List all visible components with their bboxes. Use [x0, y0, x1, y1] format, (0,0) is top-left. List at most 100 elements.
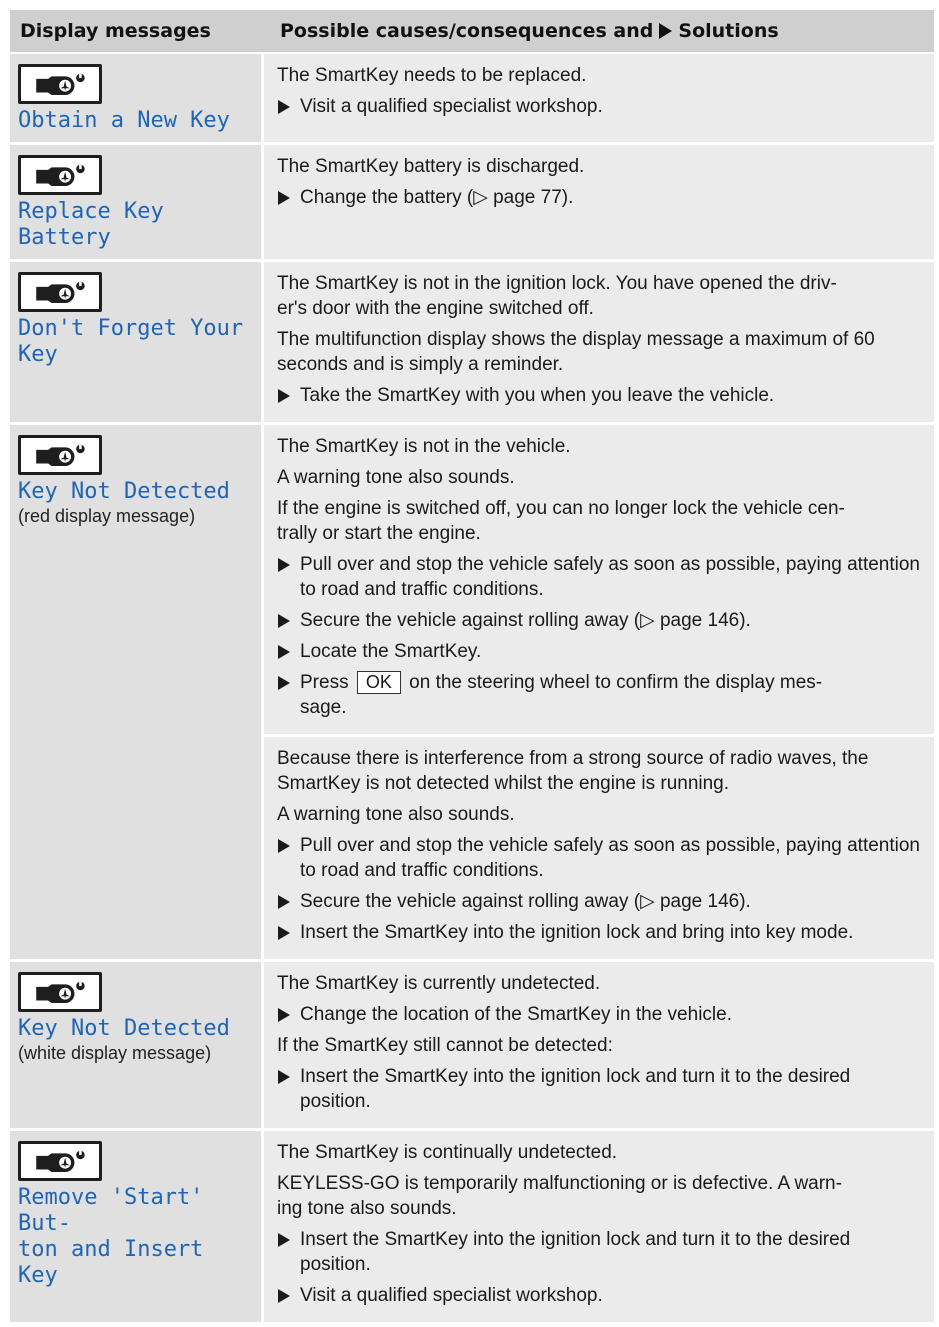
cause-text: The SmartKey is continually undetected. — [277, 1142, 618, 1163]
display-message-text: Obtain a New Key — [18, 108, 230, 133]
step-text-before: Press — [300, 672, 349, 693]
table-row: Obtain a New Key The SmartKey needs to b… — [10, 54, 934, 145]
step-text: Visit a qualified specialist workshop. — [300, 1285, 603, 1306]
table-row: Key Not Detected (white display message)… — [10, 962, 934, 1131]
message-color-note: (white display message) — [18, 1043, 212, 1063]
header-causes-solutions: Possible causes/consequences and Solutio… — [264, 10, 934, 52]
step-text: Insert the SmartKey into the ignition lo… — [300, 922, 854, 943]
step-text: Visit a qualified specialist workshop. — [300, 96, 603, 117]
solution-step: Press OK on the steering wheel to confir… — [277, 670, 924, 720]
solution-step: Pull over and stop the vehicle safely as… — [277, 833, 924, 883]
solution-step: Locate the SmartKey. — [277, 639, 924, 664]
cause-text: If the engine is switched off, you can n… — [277, 498, 845, 544]
display-message-text: Key Not Detected — [18, 1016, 230, 1041]
smartkey-icon — [18, 972, 102, 1012]
cause-block: The SmartKey is currently undetected. Ch… — [264, 962, 934, 1128]
cause-text: A warning tone also sounds. — [277, 804, 515, 825]
ok-button-symbol: OK — [356, 671, 401, 694]
table-header: Display messages Possible causes/consequ… — [10, 10, 934, 54]
cause-block: The SmartKey needs to be replaced. Visit… — [264, 54, 934, 133]
cause-block: The SmartKey is continually undetected. … — [264, 1131, 934, 1322]
step-arrow-icon — [278, 1008, 290, 1022]
display-message-cell: Obtain a New Key — [10, 54, 264, 142]
step-arrow-icon — [278, 895, 290, 909]
cause-text: A warning tone also sounds. — [277, 467, 515, 488]
table-row: Don't Forget Your Key The SmartKey is no… — [10, 262, 934, 425]
table-row: Replace Key Battery The SmartKey battery… — [10, 145, 934, 262]
display-message-cell: Remove 'Start' But- ton and Insert Key — [10, 1131, 264, 1322]
message-color-note: (red display message) — [18, 506, 196, 526]
solution-step: Insert the SmartKey into the ignition lo… — [277, 920, 924, 945]
step-arrow-icon — [278, 926, 290, 940]
solution-step: Change the location of the SmartKey in t… — [277, 1002, 924, 1027]
cause-text: The SmartKey is not in the ignition lock… — [277, 273, 837, 319]
solution-step: Visit a qualified specialist workshop. — [277, 94, 924, 119]
cause-block: The SmartKey is not in the vehicle. A wa… — [264, 425, 934, 734]
step-arrow-icon — [278, 839, 290, 853]
causes-cell: The SmartKey is currently undetected. Ch… — [264, 962, 934, 1128]
solution-step: Insert the SmartKey into the ignition lo… — [277, 1227, 924, 1277]
header-display-messages: Display messages — [20, 20, 211, 42]
step-text: Secure the vehicle against rolling away … — [300, 891, 751, 912]
solution-step: Insert the SmartKey into the ignition lo… — [277, 1064, 924, 1114]
smartkey-icon — [18, 1141, 102, 1181]
cause-block: The SmartKey battery is discharged. Chan… — [264, 145, 934, 224]
step-arrow-icon — [278, 191, 290, 205]
step-arrow-icon — [278, 645, 290, 659]
causes-cell: The SmartKey is continually undetected. … — [264, 1131, 934, 1322]
causes-cell: The SmartKey needs to be replaced. Visit… — [264, 54, 934, 142]
cause-text: Because there is interference from a str… — [277, 748, 869, 794]
smartkey-icon — [18, 435, 102, 475]
table-row: Remove 'Start' But- ton and Insert Key T… — [10, 1131, 934, 1325]
display-message-cell: Replace Key Battery — [10, 145, 264, 259]
display-message-cell: Don't Forget Your Key — [10, 262, 264, 422]
step-arrow-icon — [278, 389, 290, 403]
cause-text: The SmartKey is not in the vehicle. — [277, 436, 571, 457]
step-arrow-icon — [278, 1233, 290, 1247]
step-arrow-icon — [278, 1289, 290, 1303]
solution-step: Take the SmartKey with you when you leav… — [277, 383, 924, 408]
cause-text: The SmartKey is currently undetected. — [277, 973, 601, 994]
display-message-cell: Key Not Detected (white display message) — [10, 962, 264, 1128]
step-text: Insert the SmartKey into the ignition lo… — [300, 1229, 851, 1275]
cause-block: The SmartKey is not in the ignition lock… — [264, 262, 934, 422]
header-causes-text: Possible causes/consequences and — [280, 20, 654, 42]
display-messages-table: Display messages Possible causes/consequ… — [10, 10, 934, 1325]
cause-text: KEYLESS-GO is temporarily malfunctioning… — [277, 1173, 842, 1219]
cause-text: The multifunction display shows the disp… — [277, 329, 875, 375]
solution-step: Visit a qualified specialist workshop. — [277, 1283, 924, 1308]
step-text: Pull over and stop the vehicle safely as… — [300, 554, 920, 600]
step-arrow-icon — [278, 558, 290, 572]
display-message-text: Replace Key Battery — [18, 199, 177, 250]
step-arrow-icon — [278, 100, 290, 114]
step-arrow-icon — [278, 1070, 290, 1084]
solution-step: Pull over and stop the vehicle safely as… — [277, 552, 924, 602]
smartkey-icon — [18, 272, 102, 312]
cause-block: Because there is interference from a str… — [264, 734, 934, 959]
step-text: Change the location of the SmartKey in t… — [300, 1004, 732, 1025]
solution-arrow-icon — [659, 23, 673, 39]
step-arrow-icon — [278, 676, 290, 690]
solution-step: Secure the vehicle against rolling away … — [277, 608, 924, 633]
solution-step: Secure the vehicle against rolling away … — [277, 889, 924, 914]
step-text: Pull over and stop the vehicle safely as… — [300, 835, 920, 881]
smartkey-icon — [18, 155, 102, 195]
display-message-cell: Key Not Detected (red display message) — [10, 425, 264, 959]
causes-cell: The SmartKey battery is discharged. Chan… — [264, 145, 934, 259]
causes-cell: The SmartKey is not in the ignition lock… — [264, 262, 934, 422]
smartkey-icon — [18, 64, 102, 104]
display-message-text: Remove 'Start' But- ton and Insert Key — [18, 1185, 204, 1288]
cause-text: If the SmartKey still cannot be detected… — [277, 1035, 613, 1056]
display-message-text: Don't Forget Your Key — [18, 316, 244, 367]
solution-step: Change the battery (▷ page 77). — [277, 185, 924, 210]
header-solutions-text: Solutions — [678, 20, 779, 42]
display-message-text: Key Not Detected — [18, 479, 230, 504]
table-row: Key Not Detected (red display message) T… — [10, 425, 934, 962]
step-text: Locate the SmartKey. — [300, 641, 482, 662]
step-arrow-icon — [278, 614, 290, 628]
cause-text: The SmartKey battery is discharged. — [277, 156, 585, 177]
step-text: Secure the vehicle against rolling away … — [300, 610, 751, 631]
step-text: Change the battery (▷ page 77). — [300, 187, 574, 208]
causes-cell: The SmartKey is not in the vehicle. A wa… — [264, 425, 934, 959]
step-text: Insert the SmartKey into the ignition lo… — [300, 1066, 851, 1112]
